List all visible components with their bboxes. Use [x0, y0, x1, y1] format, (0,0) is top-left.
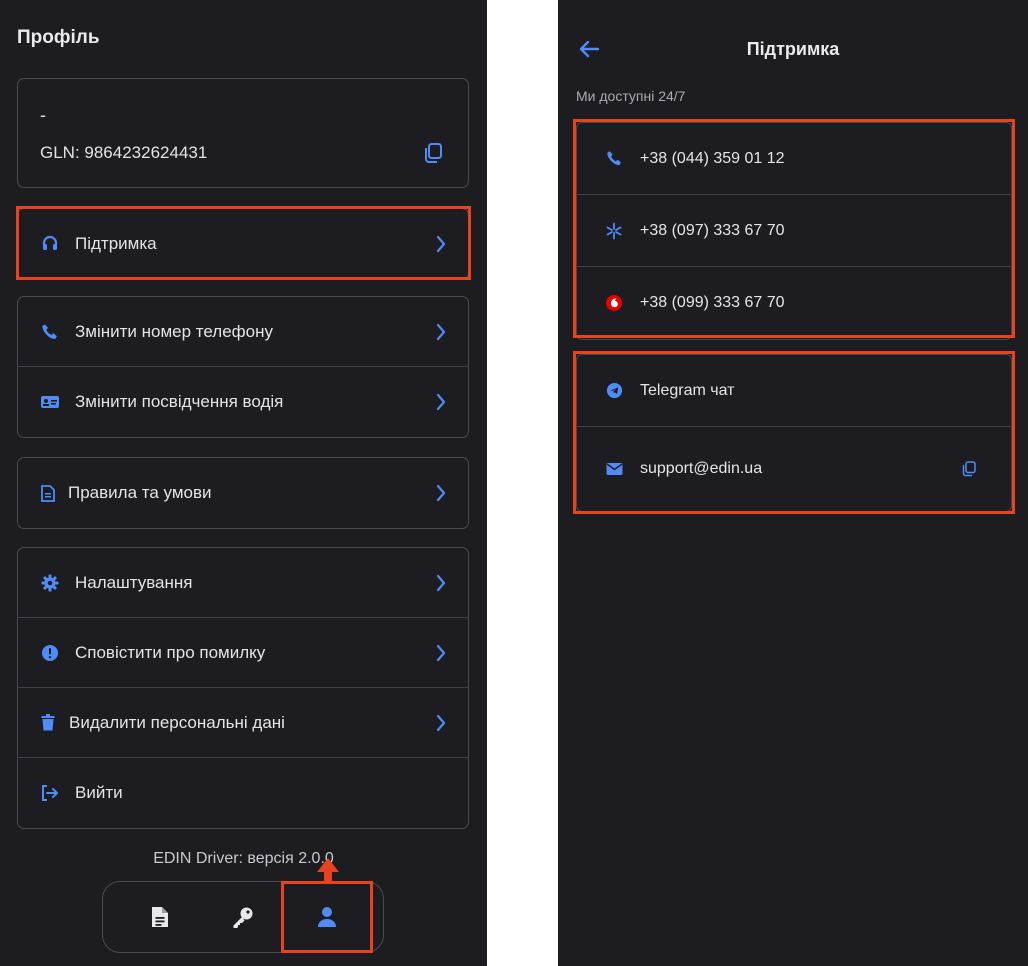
phone-row[interactable]: +38 (097) 333 67 70	[577, 195, 1011, 267]
menu-item-settings[interactable]: Налаштування	[18, 548, 468, 618]
alert-icon	[40, 643, 60, 663]
contact-label: Telegram чат	[640, 381, 735, 399]
id-card-icon	[40, 392, 60, 412]
menu-item-label: Змінити посвідчення водія	[75, 392, 284, 411]
support-card: Підтримка	[17, 208, 469, 280]
legal-card: Правила та умови	[17, 457, 469, 529]
contact-label: support@edin.ua	[640, 460, 763, 477]
menu-item-label: Підтримка	[75, 234, 157, 253]
gln-value: GLN: 9864232624431	[40, 143, 208, 162]
phone-number: +38 (097) 333 67 70	[640, 221, 785, 239]
chevron-right-icon	[436, 574, 446, 592]
logout-icon	[40, 783, 60, 803]
availability-text: Ми доступні 24/7	[576, 88, 686, 104]
nav-documents[interactable]	[140, 902, 180, 932]
email-row[interactable]: support@edin.ua	[577, 427, 1011, 511]
menu-item-label: Налаштування	[75, 572, 193, 592]
phone-number: +38 (044) 359 01 12	[640, 149, 785, 167]
account-card: Змінити номер телефону Змінити посвідчен…	[17, 296, 469, 438]
profile-screen: Профіль - GLN: 9864232624431 Підтримка З…	[0, 0, 487, 966]
document-icon	[40, 483, 56, 503]
user-icon	[318, 907, 336, 927]
menu-item-label: Змінити номер телефону	[75, 321, 273, 341]
menu-item-label: Сповістити про помилку	[75, 642, 266, 662]
chevron-right-icon	[436, 484, 446, 502]
gear-icon	[40, 573, 60, 593]
copy-icon[interactable]	[961, 461, 977, 477]
headset-icon	[40, 234, 60, 254]
copy-icon[interactable]	[422, 142, 444, 164]
menu-item-label: Вийти	[75, 783, 123, 802]
menu-item-report-bug[interactable]: Сповістити про помилку	[18, 618, 468, 688]
page-title: Підтримка	[746, 39, 840, 59]
chevron-right-icon	[436, 714, 446, 732]
menu-item-terms[interactable]: Правила та умови	[18, 458, 468, 528]
app-version: EDIN Driver: версія 2.0.0	[153, 850, 334, 867]
kyivstar-icon	[605, 222, 623, 240]
menu-item-support[interactable]: Підтримка	[18, 209, 468, 279]
page-title: Профіль	[17, 27, 100, 48]
bottom-nav	[102, 881, 384, 953]
mail-icon	[605, 460, 623, 478]
settings-card: Налаштування Сповістити про помилку Вида…	[17, 547, 469, 829]
chevron-right-icon	[436, 644, 446, 662]
support-screen: Підтримка Ми доступні 24/7 +38 (044) 359…	[558, 0, 1028, 966]
menu-item-logout[interactable]: Вийти	[18, 758, 468, 828]
phone-number: +38 (099) 333 67 70	[640, 294, 785, 311]
phones-card: +38 (044) 359 01 12 +38 (097) 333 67 70 …	[576, 122, 1012, 340]
phone-icon	[605, 150, 623, 168]
chevron-right-icon	[436, 323, 446, 341]
menu-item-delete-data[interactable]: Видалити персональні дані	[18, 688, 468, 758]
nav-profile[interactable]	[307, 902, 347, 932]
chevron-right-icon	[436, 235, 446, 253]
telegram-icon	[605, 382, 623, 400]
arrow-up-icon	[317, 858, 339, 884]
nav-keys[interactable]	[223, 902, 263, 932]
phone-row[interactable]: +38 (044) 359 01 12	[577, 123, 1011, 195]
key-icon	[233, 907, 253, 928]
phone-icon	[40, 322, 60, 342]
trash-icon	[40, 713, 56, 733]
contacts-card: Telegram чат support@edin.ua	[576, 354, 1012, 512]
menu-item-label: Видалити персональні дані	[69, 712, 285, 732]
menu-item-change-phone[interactable]: Змінити номер телефону	[18, 297, 468, 367]
vodafone-icon	[605, 294, 623, 312]
telegram-row[interactable]: Telegram чат	[577, 355, 1011, 427]
profile-card: - GLN: 9864232624431	[17, 78, 469, 188]
menu-item-change-license[interactable]: Змінити посвідчення водія	[18, 367, 468, 437]
phone-row[interactable]: +38 (099) 333 67 70	[577, 267, 1011, 339]
document-icon	[152, 907, 168, 927]
menu-item-label: Правила та умови	[68, 483, 212, 502]
chevron-right-icon	[436, 393, 446, 411]
profile-name: -	[40, 105, 46, 125]
